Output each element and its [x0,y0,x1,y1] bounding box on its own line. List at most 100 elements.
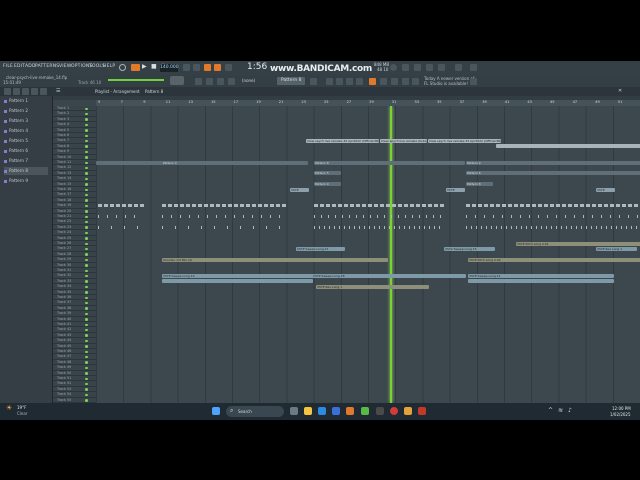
metronome-icon[interactable] [183,64,190,71]
playlist-clip[interactable]: VSTP [596,187,615,192]
store-icon[interactable] [332,407,340,415]
pattern-item[interactable]: Pattern 4 [4,127,48,135]
browser-tag-icon[interactable] [40,88,47,95]
playlist-icon[interactable] [326,78,333,85]
playlist-clip[interactable]: VSTP Pitch Long 2.01 [516,241,640,246]
browser-options-icon[interactable] [4,88,11,95]
track-mute-led[interactable] [85,220,88,224]
paint-icon[interactable] [206,78,213,85]
weather-temp[interactable]: 19°F [17,405,26,410]
pattern-item[interactable]: Pattern 9 [4,177,48,185]
edison-icon[interactable] [455,64,462,71]
track-mute-led[interactable] [85,258,88,262]
track-mute-led[interactable] [85,242,88,245]
playlist-clip[interactable]: VSTP Sweep Long 28 [312,274,466,278]
close-icon[interactable]: ✕ [618,88,622,94]
track-mute-led[interactable] [85,345,88,348]
playlist-clip[interactable]: VST2 Sweep Long 15 [444,247,495,251]
mixer-icon[interactable] [356,78,363,85]
playlist-clip[interactable]: Clear spych live remake (Kuba) spych [380,139,427,143]
playlist-clip[interactable] [96,160,163,165]
playlist-clip[interactable]: Pattern 4 [162,160,308,165]
playlist-clip[interactable]: Pattern 8 [314,160,465,165]
track-mute-led[interactable] [85,123,88,127]
track-mute-led[interactable] [85,318,88,321]
cut-icon[interactable] [402,64,409,71]
playlist-clip[interactable] [496,144,640,149]
playlist-clip[interactable]: Pattern 9 [314,182,341,187]
track-mute-led[interactable] [85,199,88,202]
track-mute-led[interactable] [85,301,88,305]
track-mute-led[interactable] [85,339,88,343]
project-info-icon[interactable] [402,78,409,85]
track-mute-led[interactable] [85,296,88,299]
search-box[interactable]: ⌕ Search [226,406,284,417]
track-mute-led[interactable] [85,355,88,359]
menu-patterns[interactable]: PATTERNS [35,64,59,69]
tools-icon[interactable] [426,64,433,71]
browser-back-icon[interactable] [13,88,20,95]
plugin-picker-icon[interactable] [380,78,387,85]
tempo-display[interactable]: 140.000 [160,64,179,72]
track-mute-led[interactable] [85,237,88,240]
playlist-clip[interactable]: VSTP Rev Long 1 [316,284,429,289]
playlist-clip[interactable]: Pattern 8 [466,182,493,187]
track-mute-led[interactable] [85,183,88,186]
pattern-item[interactable]: Pattern 7 [4,157,48,165]
countdown-icon[interactable] [204,64,211,71]
volume-icon[interactable]: ♪ [568,407,572,414]
track-mute-led[interactable] [85,177,88,181]
playlist-clip[interactable]: Claw spych live remake 33 Apr2022 (Offic… [428,139,501,143]
clock-time[interactable]: 12:00 PM [612,406,631,411]
playlist-menu-icon[interactable]: ☰ [56,88,60,94]
track-mute-led[interactable] [85,145,88,148]
master-volume-slider[interactable] [108,79,164,81]
playlist-clip[interactable]: Pattern 9 [466,160,640,165]
video-icon[interactable] [412,78,419,85]
track-mute-led[interactable] [85,280,88,283]
app-icon-green[interactable] [361,407,369,415]
refresh-icon[interactable] [390,64,397,71]
bandicam-icon[interactable] [390,407,398,415]
track-mute-led[interactable] [85,388,88,391]
track-mute-led[interactable] [85,139,88,143]
snap-selector[interactable]: (none) [242,78,255,83]
wait-input-icon[interactable] [193,64,200,71]
news-line-2[interactable]: FL Studio is available! [424,81,468,86]
track-mute-led[interactable] [85,393,88,397]
playlist-clip[interactable] [162,279,313,284]
arrangement-grid[interactable]: Claw spych live remake 32 Apr2022 (Offic… [96,106,640,403]
track-mute-led[interactable] [85,112,88,116]
select-icon[interactable] [228,78,235,85]
record-mode-icon[interactable] [119,64,126,71]
wifi-icon[interactable]: ≋ [558,407,563,414]
stop-icon[interactable]: ■ [151,63,157,70]
track-mute-led[interactable] [85,118,88,121]
track-mute-led[interactable] [85,334,88,337]
track-mute-led[interactable] [85,274,88,278]
playlist-clip[interactable]: Vocoder 1/3 Mix (2) [162,257,388,262]
help-icon[interactable] [438,64,445,71]
track-mute-led[interactable] [85,382,88,386]
track-mute-led[interactable] [85,134,88,137]
track-mute-led[interactable] [85,166,88,170]
pattern-item[interactable]: Pattern 1 [4,97,48,105]
slice-icon[interactable] [217,78,224,85]
playlist-clip[interactable]: VSTP Sweep Long 19 [162,274,313,278]
playlist-clip[interactable]: VSTP Sweep Long 21 [296,247,345,251]
app-icon-dark[interactable] [376,407,384,415]
weather-desc[interactable]: Clear [17,411,27,416]
playlist-clip[interactable]: VSTP [290,187,309,192]
playlist-clip[interactable] [468,279,614,284]
track-mute-led[interactable] [85,307,88,310]
edge-icon[interactable] [318,407,326,415]
track-mute-led[interactable] [85,129,88,132]
track-mute-led[interactable] [85,215,88,218]
app-icon-red[interactable] [418,407,426,415]
playlist-clip[interactable]: Claw spych live remake 32 Apr2022 (Offic… [306,139,379,143]
track-mute-led[interactable] [85,328,88,332]
microphone-icon[interactable] [414,64,421,71]
pattern-item[interactable]: Pattern 3 [4,117,48,125]
playlist-title-bar[interactable]: ☰ Playlist - Arrangement Pattern 8 ✕ [53,87,640,96]
playlist-clip[interactable]: Pattern 6 [466,171,640,176]
